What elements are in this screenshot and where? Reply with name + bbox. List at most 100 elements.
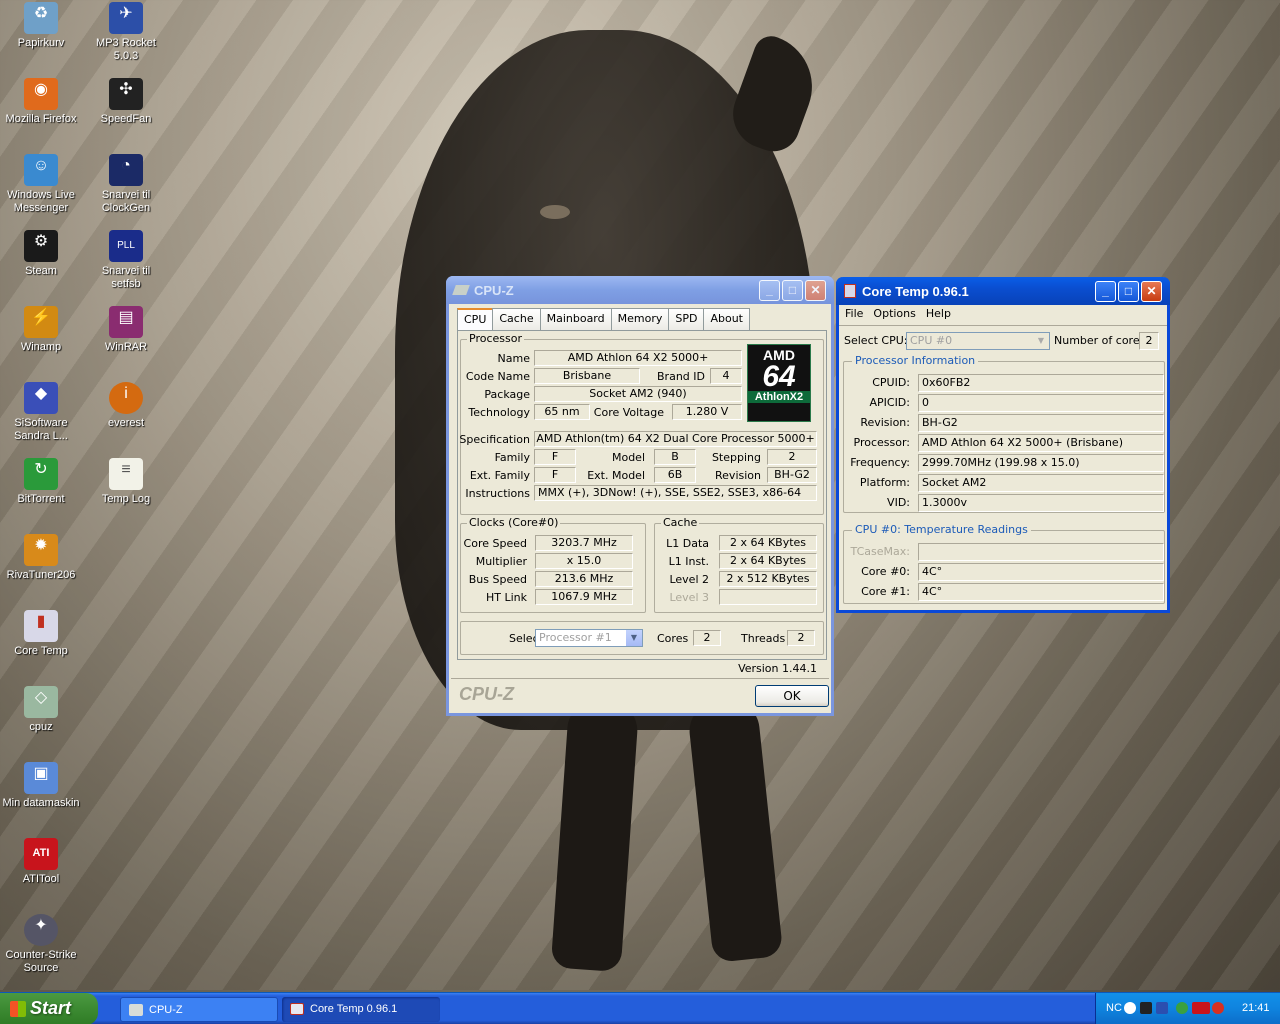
tray-app-icon[interactable] [1156,1002,1168,1014]
ok-button[interactable]: OK [755,685,829,707]
tab-about[interactable]: About [703,308,750,330]
level3-value [719,589,817,605]
desktop-icon-setfsb[interactable]: PLL Snarvei til setfsb [86,230,166,291]
processor-select[interactable]: Processor #1 ▼ [535,629,643,647]
desktop-icon-label: cpuz [29,721,53,733]
cpuz-window[interactable]: CPU-Z _ □ ✕ CPU Cache Mainboard Memory S… [446,276,834,716]
network-users-icon[interactable] [1176,1002,1188,1014]
desktop-icon-steam[interactable]: ⚙ Steam [1,230,81,278]
temperature-group: CPU #0: Temperature Readings TCaseMax: C… [843,523,1165,604]
menu-file[interactable]: File [845,307,863,320]
revision-label: Revision [715,469,761,482]
desktop-icon-label: RivaTuner206 [6,569,76,581]
cpu-select[interactable]: CPU #0 ▼ [906,332,1050,350]
tab-cache[interactable]: Cache [492,308,541,330]
coretemp-titlebar[interactable]: Core Temp 0.96.1 _ □ ✕ [836,277,1170,305]
taskbar-item-cpuz[interactable]: CPU-Z [120,997,278,1022]
close-button[interactable]: ✕ [1141,280,1162,302]
minimize-button[interactable]: _ [1095,280,1116,302]
coretemp-task-icon [290,1003,304,1015]
desktop-icon-bittorrent[interactable]: ↻ BitTorrent [1,458,81,506]
desktop-icon-label: SpeedFan [100,113,152,125]
desktop-icon-core-temp[interactable]: ▮ Core Temp [1,610,81,658]
task-label: Core Temp 0.96.1 [310,1003,398,1015]
tab-memory[interactable]: Memory [610,308,670,330]
menu-options[interactable]: Options [873,307,915,320]
menu-help[interactable]: Help [926,307,951,320]
apicid-value: 0 [918,394,1164,412]
ext-model-label: Ext. Model [587,469,645,482]
ati-tray-icon[interactable] [1192,1002,1210,1014]
instructions-label: Instructions [465,487,530,500]
chevron-down-icon: ▼ [626,630,642,646]
windows-flag-icon [10,1001,26,1017]
tray-app-icon[interactable] [1140,1002,1152,1014]
desktop-icon-messenger[interactable]: ☺ Windows Live Messenger [1,154,81,215]
core-temp-icon: ▮ [24,610,58,642]
close-button[interactable]: ✕ [805,279,826,301]
ext-family-label: Ext. Family [469,469,530,482]
desktop-icon-clockgen[interactable]: ◔ Snarvei til ClockGen [86,154,166,215]
l1-inst-value: 2 x 64 KBytes [719,553,817,569]
stepping-value: 2 [767,449,817,465]
cpuz-icon: ◇ [24,686,58,718]
desktop-icon-cpuz[interactable]: ◇ cpuz [1,686,81,734]
clocks-legend: Clocks (Core#0) [467,516,561,529]
cpuid-label: CPUID: [872,376,910,389]
desktop-icon-recycle-bin[interactable]: ♻ Papirkurv [1,2,81,50]
coretemp-window[interactable]: Core Temp 0.96.1 _ □ ✕ File Options Help… [836,277,1170,613]
tab-spd[interactable]: SPD [668,308,705,330]
technology-label: Technology [468,406,530,419]
platform-label: Platform: [859,476,910,489]
tab-mainboard[interactable]: Mainboard [539,308,612,330]
model-value: B [654,449,696,465]
ext-family-value: F [534,467,576,483]
start-button[interactable]: Start [0,993,98,1024]
desktop-icon-mp3-rocket[interactable]: ✈ MP3 Rocket 5.0.3 [86,2,166,63]
package-label: Package [484,388,530,401]
desktop-icon-temp-log[interactable]: ≡ Temp Log [86,458,166,506]
counter-strike-icon: ✦ [24,914,58,946]
desktop-icon-sandra[interactable]: ◆ SiSoftware Sandra L... [1,382,81,443]
cpuz-task-icon [129,1004,143,1016]
firefox-icon: ◉ [24,78,58,110]
taskbar-item-coretemp[interactable]: Core Temp 0.96.1 [282,997,440,1022]
desktop-icon-speedfan[interactable]: ✣ SpeedFan [86,78,166,126]
winrar-icon: ▤ [109,306,143,338]
maximize-button[interactable]: □ [782,279,803,301]
language-indicator[interactable]: NC [1106,1002,1122,1014]
desktop-icon-my-computer[interactable]: ▣ Min datamaskin [1,762,81,810]
tab-cpu[interactable]: CPU [457,308,494,330]
desktop-icon-everest[interactable]: i everest [86,382,166,430]
divider [839,325,1167,326]
cpuz-tabs: CPU Cache Mainboard Memory SPD About [457,308,750,330]
chevron-left-icon[interactable] [1124,1002,1136,1014]
package-value: Socket AM2 (940) [534,386,742,402]
desktop-icon-winrar[interactable]: ▤ WinRAR [86,306,166,354]
logo-athlonx2-text: AthlonX2 [748,391,810,403]
desktop-icon-label: Min datamaskin [2,797,80,809]
core1-temp-value: 4C° [918,583,1164,601]
steam-icon: ⚙ [24,230,58,262]
ext-model-value: 6B [654,467,696,483]
level3-label: Level 3 [669,591,709,604]
security-alert-icon[interactable] [1212,1002,1224,1014]
desktop-icon-atitool[interactable]: ATI ATITool [1,838,81,886]
bus-speed-value: 213.6 MHz [535,571,633,587]
clockgen-icon: ◔ [109,154,143,186]
version-label: Version 1.44.1 [738,662,817,675]
processor-info-title: Processor Information [852,354,979,367]
desktop-icon-rivatuner[interactable]: ✹ RivaTuner206 [1,534,81,582]
desktop-icon-winamp[interactable]: ⚡ Winamp [1,306,81,354]
desktop-icon-label: Core Temp [14,645,68,657]
cpuz-titlebar[interactable]: CPU-Z _ □ ✕ [446,276,834,304]
speedfan-icon: ✣ [109,78,143,110]
desktop-icon-firefox[interactable]: ◉ Mozilla Firefox [1,78,81,126]
atitool-icon: ATI [24,838,58,870]
threads-value: 2 [787,630,815,646]
selection-group: Selection Processor #1▼ Cores 2 Threads … [460,621,824,655]
desktop-icon-counter-strike[interactable]: ✦ Counter-Strike Source [1,914,81,975]
desktop-icon-label: Snarvei til setfsb [101,265,151,290]
minimize-button[interactable]: _ [759,279,780,301]
maximize-button[interactable]: □ [1118,280,1139,302]
